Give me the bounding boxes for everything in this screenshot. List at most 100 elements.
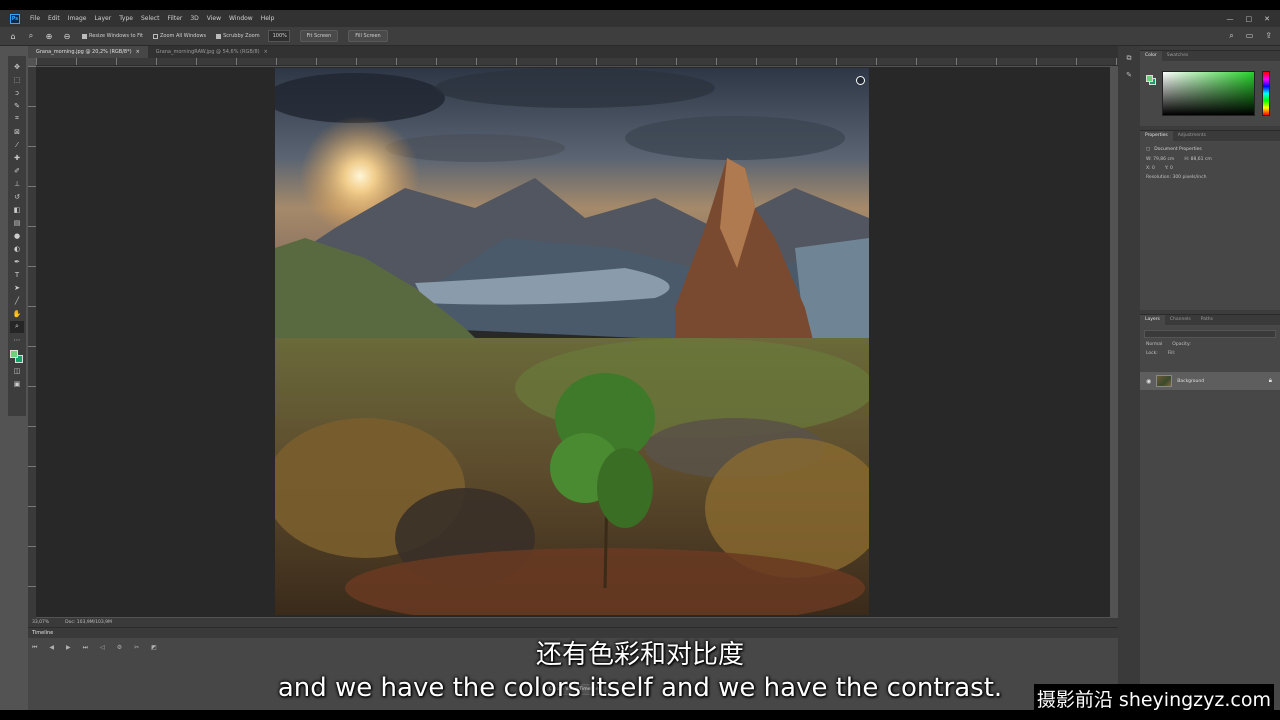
- zoom-percent-field[interactable]: 100%: [267, 30, 290, 42]
- photoshop-window: Ps File Edit Image Layer Type Select Fil…: [0, 10, 1280, 710]
- zoom-out-icon[interactable]: ⊖: [62, 31, 72, 41]
- zoom-tool-icon[interactable]: ⌕: [26, 31, 36, 41]
- more-tools-icon[interactable]: ⋯: [10, 334, 24, 346]
- menu-3d[interactable]: 3D: [186, 15, 202, 22]
- zoom-level[interactable]: 33,07%: [32, 620, 49, 625]
- menu-bar: Ps File Edit Image Layer Type Select Fil…: [0, 10, 1280, 27]
- blur-tool-icon[interactable]: ●: [10, 230, 24, 242]
- marquee-tool-icon[interactable]: ⬚: [10, 74, 24, 86]
- y-value[interactable]: Y: 0: [1165, 166, 1173, 171]
- horizontal-ruler: [36, 58, 1118, 66]
- tab-layers[interactable]: Layers: [1140, 315, 1165, 325]
- move-tool-icon[interactable]: ✥: [10, 61, 24, 73]
- layer-filter-input[interactable]: [1144, 330, 1276, 338]
- path-select-icon[interactable]: ➤: [10, 282, 24, 294]
- resize-windows-checkbox[interactable]: Resize Windows to Fit: [82, 33, 143, 39]
- tab-grana-morning-raw[interactable]: Grana_morningRAW.jpg @ 54,6% (RGB/8) ×: [148, 46, 276, 58]
- close-button[interactable]: ✕: [1264, 15, 1270, 23]
- menu-filter[interactable]: Filter: [164, 15, 187, 22]
- share-icon[interactable]: ⇪: [1265, 31, 1272, 41]
- crop-tool-icon[interactable]: ⌗: [10, 113, 24, 125]
- doc-size: Doc: 103,9M/103,9M: [65, 620, 112, 625]
- fit-screen-button[interactable]: Fit Screen: [299, 30, 339, 42]
- screen-mode-icon[interactable]: ▣: [10, 378, 24, 390]
- eyedropper-tool-icon[interactable]: ⁄: [10, 139, 24, 151]
- color-panel-swatches[interactable]: [1146, 75, 1156, 85]
- home-icon[interactable]: ⌂: [8, 31, 18, 41]
- zoom-tool-icon[interactable]: ⌕: [10, 320, 24, 333]
- size-row: W: 79,86 cm H: 88,61 cm: [1140, 155, 1280, 164]
- checkbox-checked-icon: [82, 33, 87, 39]
- menu-layer[interactable]: Layer: [90, 15, 115, 22]
- tab-color[interactable]: Color: [1140, 51, 1162, 61]
- foreground-color-swatch[interactable]: [10, 350, 18, 358]
- menu-select[interactable]: Select: [137, 15, 164, 22]
- menu-file[interactable]: File: [26, 15, 44, 22]
- zoom-all-windows-checkbox[interactable]: Zoom All Windows: [153, 33, 206, 39]
- menu-help[interactable]: Help: [257, 15, 279, 22]
- brush-settings-icon[interactable]: ✎: [1118, 71, 1140, 79]
- close-tab-icon[interactable]: ×: [264, 49, 268, 55]
- menu-image[interactable]: Image: [64, 15, 91, 22]
- blend-mode-select[interactable]: Normal: [1146, 342, 1162, 347]
- quick-mask-icon[interactable]: ◫: [10, 365, 24, 377]
- tab-properties[interactable]: Properties: [1140, 131, 1173, 141]
- menu-type[interactable]: Type: [115, 15, 137, 22]
- tab-paths[interactable]: Paths: [1196, 315, 1218, 325]
- type-tool-icon[interactable]: T: [10, 269, 24, 281]
- hue-slider[interactable]: [1262, 71, 1270, 116]
- eye-icon[interactable]: ◉: [1146, 378, 1151, 385]
- quick-select-tool-icon[interactable]: ✎: [10, 100, 24, 112]
- search-icon[interactable]: ⌕: [1229, 31, 1233, 41]
- options-right-icons: ⌕ ▭ ⇪: [1229, 31, 1272, 41]
- eraser-tool-icon[interactable]: ◧: [10, 204, 24, 216]
- close-tab-icon[interactable]: ×: [136, 49, 140, 55]
- tab-grana-morning[interactable]: Grana_morning.jpg @ 20,2% (RGB/8*) ×: [28, 46, 148, 58]
- gradient-tool-icon[interactable]: ▤: [10, 217, 24, 229]
- right-panels: Color Swatches Properties Adjustments ▢ …: [1140, 46, 1280, 710]
- lock-icon[interactable]: 🔒︎: [1269, 377, 1272, 385]
- clone-stamp-icon[interactable]: ⊥: [10, 178, 24, 190]
- workspace-icon[interactable]: ▭: [1246, 31, 1254, 41]
- pen-tool-icon[interactable]: ✒: [10, 256, 24, 268]
- foreground-color-swatch[interactable]: [1146, 75, 1153, 82]
- layer-thumbnail: [1156, 375, 1173, 387]
- menu-edit[interactable]: Edit: [44, 15, 64, 22]
- panel-icon-strip: ⧉ ✎: [1118, 46, 1140, 710]
- position-row: X: 0 Y: 0: [1140, 164, 1280, 173]
- properties-panel: Properties Adjustments ▢ Document Proper…: [1140, 130, 1280, 310]
- fill-screen-button[interactable]: Fill Screen: [348, 30, 388, 42]
- color-picker-field[interactable]: [1162, 71, 1255, 116]
- lasso-tool-icon[interactable]: ↄ: [10, 87, 24, 99]
- resolution-value: Resolution: 300 pixels/inch: [1146, 175, 1207, 180]
- color-swatches[interactable]: [10, 350, 24, 364]
- menu-window[interactable]: Window: [225, 15, 257, 22]
- hand-tool-icon[interactable]: ✋: [10, 308, 24, 320]
- healing-brush-icon[interactable]: ✚: [10, 152, 24, 164]
- maximize-button[interactable]: □: [1246, 15, 1253, 23]
- opacity-label: Opacity:: [1172, 342, 1191, 347]
- tab-adjustments[interactable]: Adjustments: [1173, 131, 1211, 141]
- x-value[interactable]: X: 0: [1146, 166, 1155, 171]
- brush-tool-icon[interactable]: ✐: [10, 165, 24, 177]
- canvas-area[interactable]: [36, 67, 1110, 617]
- tab-channels[interactable]: Channels: [1165, 315, 1196, 325]
- document-tabs: Grana_morning.jpg @ 20,2% (RGB/8*) × Gra…: [28, 46, 1118, 58]
- tab-swatches[interactable]: Swatches: [1162, 51, 1194, 61]
- scrubby-zoom-checkbox[interactable]: Scrubby Zoom: [216, 33, 260, 39]
- minimize-button[interactable]: —: [1227, 15, 1234, 23]
- frame-tool-icon[interactable]: ⊠: [10, 126, 24, 138]
- vertical-ruler: [28, 66, 36, 626]
- landscape-photo-art: [275, 68, 869, 615]
- line-tool-icon[interactable]: ╱: [10, 295, 24, 307]
- height-value[interactable]: H: 88,61 cm: [1184, 157, 1212, 162]
- history-brush-icon[interactable]: ↺: [10, 191, 24, 203]
- dodge-tool-icon[interactable]: ◐: [10, 243, 24, 255]
- document-icon: ▢: [1146, 147, 1151, 152]
- width-value[interactable]: W: 79,86 cm: [1146, 157, 1174, 162]
- history-icon[interactable]: ⧉: [1118, 54, 1140, 63]
- window-controls: — □ ✕: [1227, 10, 1271, 27]
- menu-view[interactable]: View: [203, 15, 225, 22]
- layer-row-background[interactable]: ◉ Background 🔒︎: [1140, 372, 1280, 390]
- zoom-in-icon[interactable]: ⊕: [44, 31, 54, 41]
